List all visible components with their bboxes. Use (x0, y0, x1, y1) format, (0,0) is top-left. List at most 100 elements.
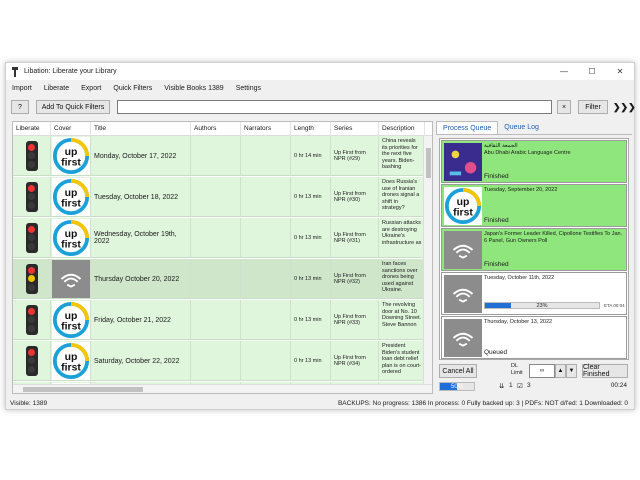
visible-count: Visible: 1389 (10, 400, 48, 407)
description-cell: President Biden's student loan debt reli… (379, 341, 425, 381)
traffic-light-icon[interactable] (25, 264, 38, 294)
queue-item-title: Tuesday, October 11th, 2022 (484, 275, 555, 281)
app-window: Libation: Liberate your Library — ☐ ✕ Im… (5, 62, 636, 410)
add-quick-filters-button[interactable]: Add To Quick Filters (36, 100, 110, 114)
col-description[interactable]: Description (379, 122, 425, 136)
queue-item-title: Thursday, October 13, 2022 (484, 319, 553, 325)
col-cover[interactable]: Cover (51, 122, 91, 136)
liberate-cell[interactable] (13, 259, 51, 299)
table-row[interactable]: up first Friday, October 21, 2022 0 hr 13 m… (13, 300, 432, 340)
queue-item-status: Finished (484, 217, 509, 224)
liberate-cell[interactable] (13, 341, 51, 381)
liberate-cell[interactable] (13, 218, 51, 258)
traffic-light-icon[interactable] (25, 305, 38, 335)
svg-text:up: up (65, 393, 78, 394)
menu-import[interactable]: Import (6, 85, 38, 92)
queue-tabs: Process Queue Queue Log (436, 121, 632, 135)
table-row[interactable]: up first Monday, October 17, 2022 0 hr 14 m… (13, 136, 432, 176)
length-cell: 0 hr 13 min (291, 177, 331, 217)
svg-text:up: up (457, 197, 470, 208)
col-narrators[interactable]: Narrators (241, 122, 291, 136)
length-cell: 0 hr 13 min (291, 259, 331, 299)
col-series[interactable]: Series (331, 122, 379, 136)
maximize-button[interactable]: ☐ (578, 63, 606, 80)
svg-text:first: first (61, 158, 81, 169)
up-first-cover-icon: upfirst (52, 137, 90, 175)
dl-limit-input[interactable]: ∞ (529, 364, 555, 378)
menu-settings[interactable]: Settings (230, 85, 267, 92)
length-cell: 0 hr 14 min (291, 136, 331, 176)
traffic-light-icon[interactable] (25, 223, 38, 253)
expand-queue-icon[interactable]: ❯❯❯ (613, 100, 636, 114)
authors-cell (191, 177, 241, 217)
col-title[interactable]: Title (91, 122, 191, 136)
up-first-cover-icon: upfirst (52, 219, 90, 257)
overall-progress-bar: 50% (439, 382, 475, 391)
window-title: Libation: Liberate your Library (24, 68, 117, 75)
menu-liberate[interactable]: Liberate (38, 85, 75, 92)
svg-text:first: first (61, 363, 81, 374)
title-cell: Friday, October 21, 2022 (91, 300, 191, 340)
cancel-all-button[interactable]: Cancel All (439, 364, 477, 378)
queued-count-icon: ⇊ (499, 383, 505, 390)
title-cell: Thursday October 20, 2022 (91, 259, 191, 299)
filter-input[interactable] (117, 100, 552, 114)
description-cell: Russian attacks are destroying Ukraine's… (379, 218, 425, 258)
col-authors[interactable]: Authors (191, 122, 241, 136)
svg-text:up: up (65, 147, 78, 158)
queue-item[interactable]: Thursday, October 13, 2022 Queued (441, 316, 627, 359)
queue-controls: Cancel All DL Limit ∞ ▲ ▼ Clear Finished (439, 363, 629, 379)
horizontal-scrollbar[interactable] (13, 384, 432, 393)
length-cell: 0 hr 13 min (291, 341, 331, 381)
cover-cell: upfirst (51, 300, 91, 340)
clear-filter-button[interactable]: × (557, 100, 571, 114)
queue-item[interactable]: up first Tuesday, September 20, 2022 Finish… (441, 184, 627, 227)
grid-header: Liberate Cover Title Authors Narrators L… (13, 122, 432, 136)
status-bar: Visible: 1389 BACKUPS: No progress: 1386… (6, 397, 634, 410)
description-cell: China reveals its priorities for the nex… (379, 136, 425, 176)
queue-panel: Process Queue Queue Log الجمعة الثقافية A… (436, 121, 632, 394)
traffic-light-icon[interactable] (25, 141, 38, 171)
close-button[interactable]: ✕ (606, 63, 634, 80)
elapsed-time: 00:24 (610, 382, 627, 389)
queue-item[interactable]: الجمعة الثقافية Abu Dhabi Arabic Language… (441, 140, 627, 183)
table-row[interactable]: Thursday October 20, 2022 0 hr 13 min Up F… (13, 259, 432, 299)
queue-item-title: Japan's Former Leader Killed, Cipollone … (484, 231, 623, 244)
dl-limit-down-button[interactable]: ▼ (566, 364, 577, 378)
tab-queue-log[interactable]: Queue Log (498, 121, 545, 134)
menu-visible-books[interactable]: Visible Books 1389 (158, 85, 229, 92)
svg-text:up: up (65, 311, 78, 322)
series-cell: Up First from NPR (#34) (331, 341, 379, 381)
cover-cell (51, 259, 91, 299)
tab-process-queue[interactable]: Process Queue (436, 121, 499, 134)
authors-cell (191, 341, 241, 381)
dl-limit-up-button[interactable]: ▲ (555, 364, 566, 378)
menu-quick-filters[interactable]: Quick Filters (107, 85, 158, 92)
help-button[interactable]: ? (11, 100, 29, 114)
book-grid: Liberate Cover Title Authors Narrators L… (12, 121, 433, 394)
queue-item[interactable]: Tuesday, October 11th, 2022 23% ETA 00:04 (441, 272, 627, 315)
cover-cell: upfirst (51, 177, 91, 217)
traffic-light-icon[interactable] (25, 182, 38, 212)
narrators-cell (241, 136, 291, 176)
narrators-cell (241, 177, 291, 217)
liberate-cell[interactable] (13, 136, 51, 176)
menu-export[interactable]: Export (75, 85, 107, 92)
vertical-scrollbar[interactable] (423, 136, 432, 393)
filter-button[interactable]: Filter (578, 100, 608, 114)
table-row[interactable]: up first Tuesday, October 18, 2022 0 hr 13 … (13, 177, 432, 217)
traffic-light-icon[interactable] (25, 346, 38, 376)
clear-finished-button[interactable]: Clear Finished (582, 364, 628, 378)
col-length[interactable]: Length (291, 122, 331, 136)
up-first-cover-icon: upfirst (52, 178, 90, 216)
minimize-button[interactable]: — (550, 63, 578, 80)
authors-cell (191, 300, 241, 340)
table-row[interactable]: up first Saturday, October 22, 2022 0 hr 13… (13, 341, 432, 381)
menu-bar: Import Liberate Export Quick Filters Vis… (6, 81, 634, 95)
svg-text:up: up (65, 188, 78, 199)
table-row[interactable]: up first Wednesday, October 19th, 2022 0 hr… (13, 218, 432, 258)
col-liberate[interactable]: Liberate (13, 122, 51, 136)
liberate-cell[interactable] (13, 300, 51, 340)
queue-item[interactable]: Japan's Former Leader Killed, Cipollone … (441, 228, 627, 271)
liberate-cell[interactable] (13, 177, 51, 217)
